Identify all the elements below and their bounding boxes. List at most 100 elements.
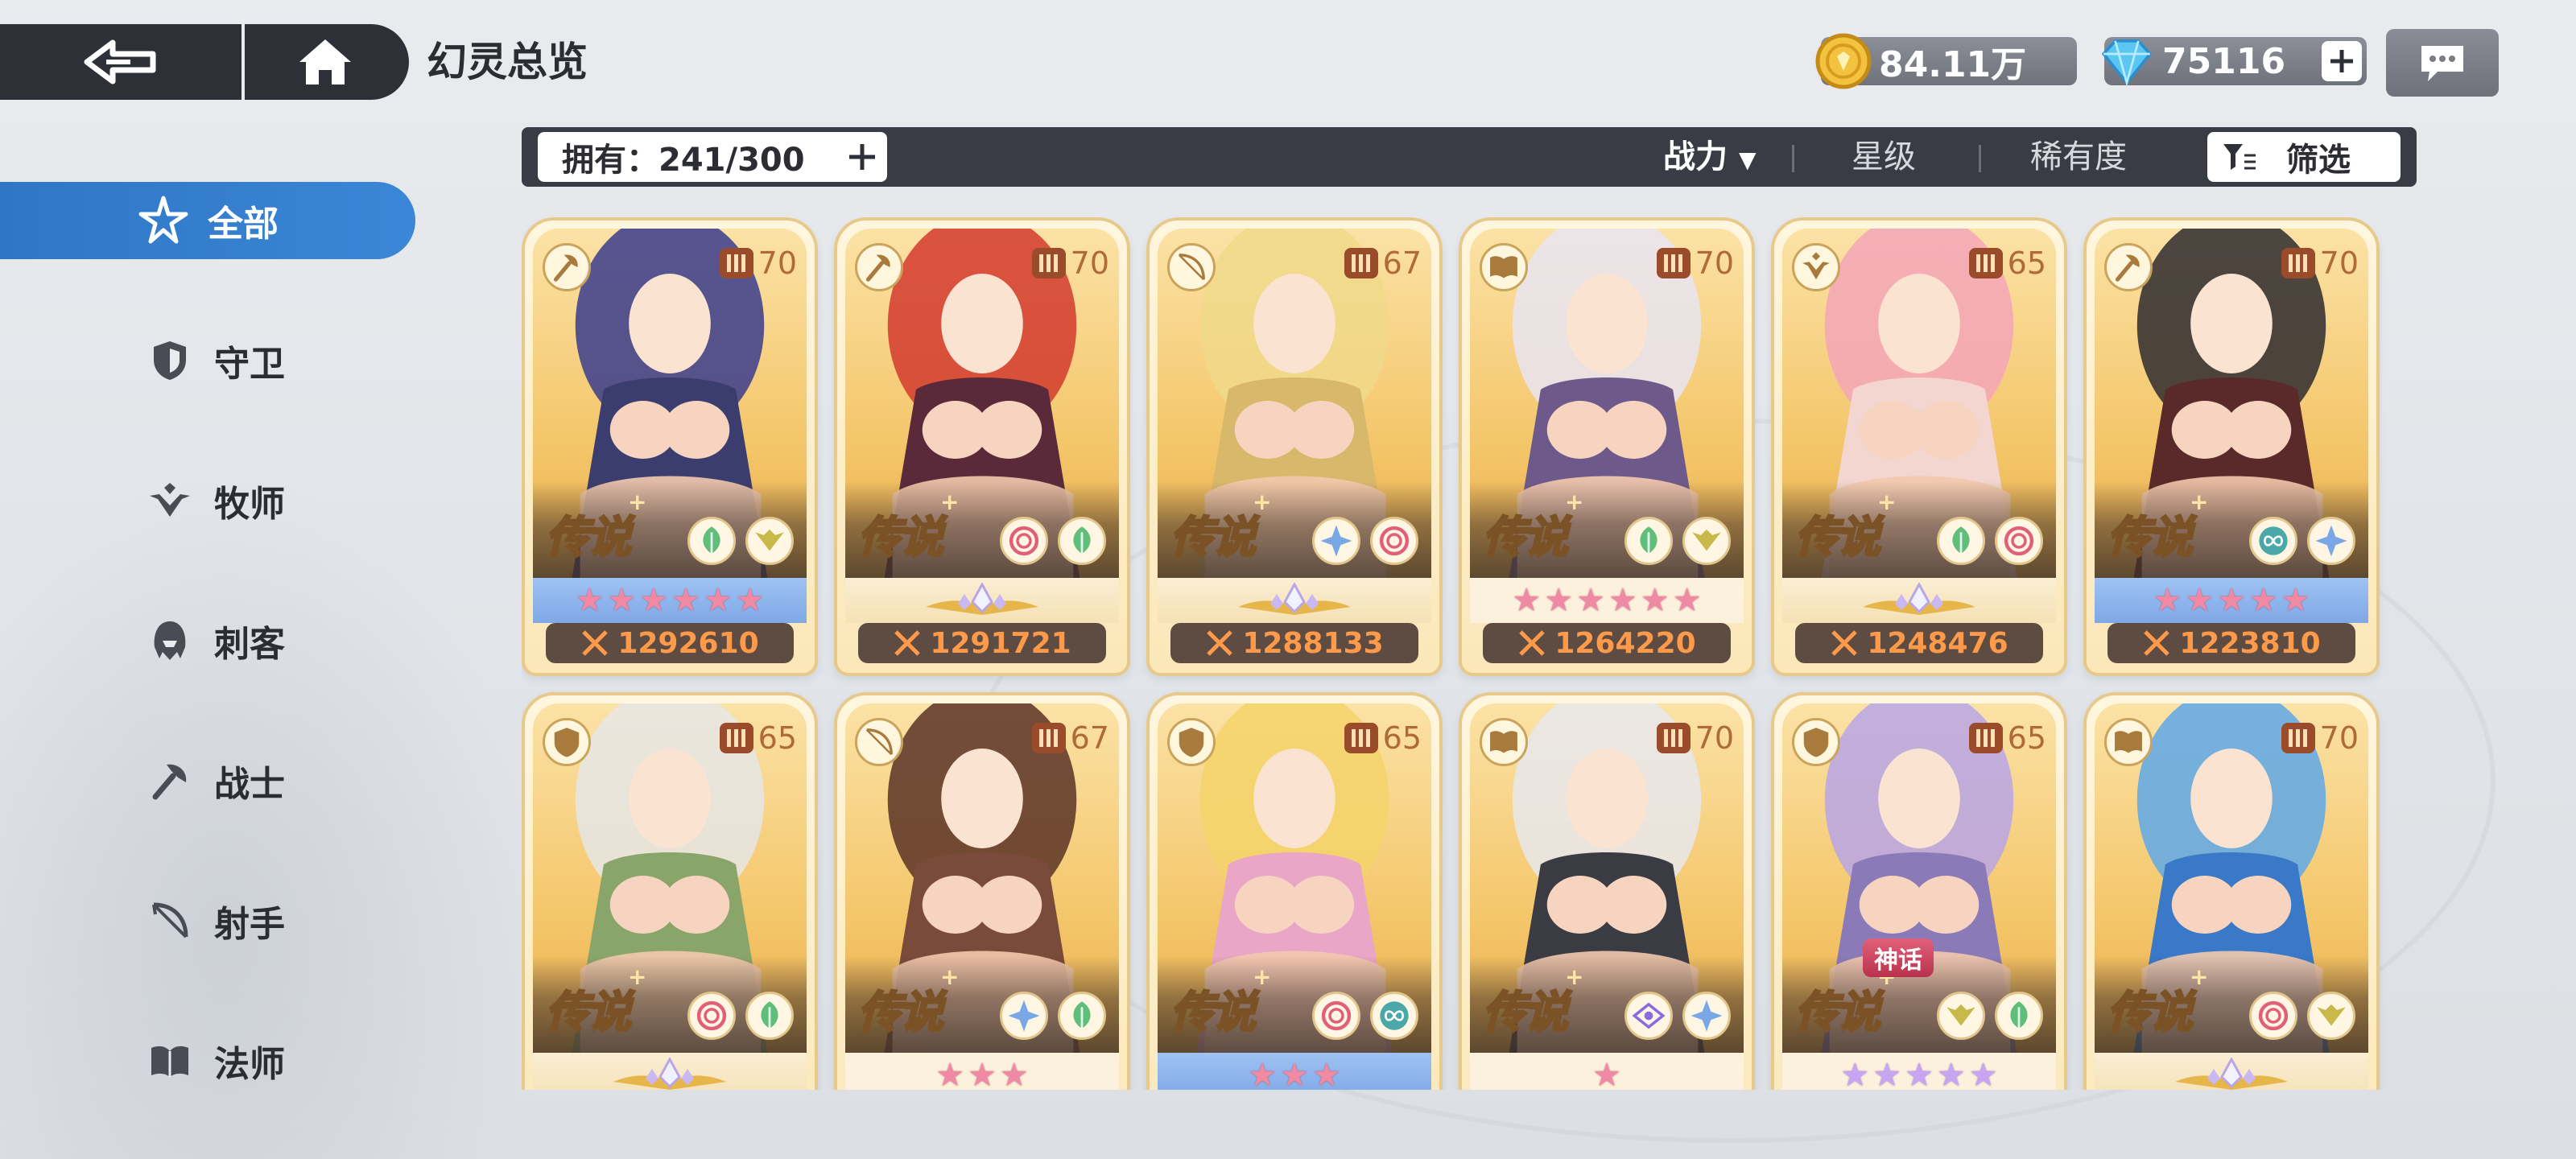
sort-by-star[interactable]: 星级: [1852, 127, 1916, 187]
axe-icon: [855, 243, 903, 291]
owned-count: 拥有：241/300: [538, 132, 887, 182]
expand-capacity-button[interactable]: [842, 137, 882, 177]
combat-power-value: 1291721: [930, 626, 1071, 660]
shield-icon: [1792, 718, 1840, 766]
star-icon: ★: [1592, 1057, 1621, 1090]
rarity-label: 传说: [545, 511, 633, 564]
rarity-label: 传说: [1794, 511, 1882, 564]
sidebar-item-label: 法师: [214, 1044, 285, 1085]
sidebar-item-warrior[interactable]: 战士: [0, 742, 415, 819]
level-indicator: 65: [1968, 243, 2046, 283]
star-icon: ★: [1576, 582, 1605, 619]
star-icon: ★: [968, 1057, 997, 1090]
sidebar-item-guard[interactable]: 守卫: [0, 322, 415, 399]
sidebar-item-priest[interactable]: 牧师: [0, 462, 415, 539]
spirit-card[interactable]: 70 传说 + ★ ★ ★ ★ ★ ★ 1292610: [522, 217, 818, 676]
spirit-card-grid: 70 传说 + ★ ★ ★ ★ ★ ★ 1292610 70 传说 + 1291721 67 传说 +: [522, 217, 2405, 1090]
card-art-frame: 65传说+神话: [1782, 703, 2056, 1061]
rarity-plus-mark: +: [940, 489, 960, 515]
star-rating: [1158, 578, 1431, 623]
leaf-icon: [1058, 992, 1106, 1040]
level-indicator: 70: [2281, 243, 2359, 283]
crossed-swords-icon: [1207, 630, 1233, 656]
wings-icon: [1937, 992, 1985, 1040]
sidebar-item-mage[interactable]: 法师: [0, 1022, 415, 1099]
awakened-crown-icon: [1863, 583, 1975, 615]
star-icon: ★: [2153, 582, 2182, 619]
owned-count-text: 拥有：241/300: [562, 142, 805, 179]
level-value: 65: [2007, 720, 2046, 756]
page-title: 幻灵总览: [427, 39, 588, 85]
spiral-icon: [2249, 992, 2297, 1040]
back-button[interactable]: [0, 24, 242, 100]
sidebar-item-label: 全部: [208, 204, 279, 245]
level-value: 70: [2319, 245, 2359, 281]
star-icon: ★: [1311, 1057, 1341, 1090]
rarity-label: 传说: [1170, 986, 1257, 1039]
star-icon: ★: [1544, 582, 1574, 619]
sort-divider: [1979, 145, 1981, 172]
level-bars-icon: [719, 723, 753, 753]
sidebar-item-assassin[interactable]: 刺客: [0, 602, 415, 679]
rarity-plus-mark: +: [1565, 489, 1584, 515]
awakened-crown-icon: [926, 583, 1038, 615]
chat-button[interactable]: [2386, 29, 2499, 97]
level-indicator: 67: [1344, 243, 1422, 283]
star-icon: ★: [1280, 1057, 1309, 1090]
spirit-card[interactable]: 65传说+神话★★★★★: [1771, 692, 2067, 1090]
rarity-label: 传说: [1482, 511, 1570, 564]
combat-power-value: 1223810: [2179, 626, 2321, 660]
star-icon: ★: [1512, 582, 1542, 619]
level-indicator: 67: [1031, 718, 1109, 758]
spirit-card[interactable]: 70 传说 + 1291721: [834, 217, 1130, 676]
level-bars-icon: [1968, 723, 2003, 753]
card-art-frame: 67 传说 +: [845, 703, 1119, 1061]
gold-coin-icon: [1814, 32, 1872, 90]
star-rating: ★ ★ ★ ★ ★: [2095, 578, 2368, 623]
spirit-card[interactable]: 67 传说 + 1288133: [1146, 217, 1443, 676]
combat-power-value: 1264220: [1554, 626, 1696, 660]
filter-label: 筛选: [2286, 142, 2351, 179]
infinity-icon: [2249, 517, 2297, 565]
spirit-card[interactable]: 70 传说 + ★ ★ ★ ★ ★ ★ 1264220: [1459, 217, 1755, 676]
level-value: 65: [2007, 245, 2046, 281]
combat-power: 1291721: [858, 623, 1106, 663]
star-icon: ★: [607, 582, 637, 619]
axe-icon: [142, 753, 198, 809]
rarity-plus-mark: +: [2190, 963, 2209, 990]
plus-icon: [849, 144, 875, 170]
book-icon: [142, 1033, 198, 1089]
rarity-label: 传说: [1794, 986, 1882, 1039]
gold-amount: 84.11万: [1879, 44, 2027, 85]
filter-button[interactable]: 筛选: [2207, 132, 2401, 182]
element-icons: [687, 992, 794, 1040]
spirit-card[interactable]: 65 传说 +: [522, 692, 818, 1090]
add-gems-button[interactable]: [2322, 41, 2362, 81]
wings-icon: [745, 517, 794, 565]
level-value: 70: [758, 245, 797, 281]
spirit-card[interactable]: 70 传说 + ★ ★ ★ ★ ★ 1223810: [2083, 217, 2380, 676]
spirit-card[interactable]: 70 传说 + ★: [1459, 692, 1755, 1090]
star-icon: ★: [2217, 582, 2246, 619]
home-button[interactable]: [245, 24, 406, 100]
sort-by-power[interactable]: 战力 ▼: [1663, 127, 1756, 187]
level-bars-icon: [1968, 248, 2003, 278]
chevron-down-icon: ▼: [1738, 146, 1757, 173]
sidebar-item-archer[interactable]: 射手: [0, 882, 415, 959]
spirit-card[interactable]: 70 传说 +: [2083, 692, 2380, 1090]
sort-by-rarity[interactable]: 稀有度: [2030, 127, 2127, 187]
spirit-card[interactable]: 65 传说 + ★ ★ ★: [1146, 692, 1443, 1090]
crossed-swords-icon: [1831, 630, 1858, 656]
spirit-card[interactable]: 67 传说 + ★ ★ ★: [834, 692, 1130, 1090]
rarity-plus-mark: +: [1253, 963, 1272, 990]
wings-icon: [2307, 992, 2355, 1040]
rarity-plus-mark: +: [1253, 489, 1272, 515]
crossed-swords-icon: [1519, 630, 1546, 656]
level-indicator: 65: [1968, 718, 2046, 758]
sidebar-item-all[interactable]: 全部: [0, 182, 415, 259]
sidebar-item-label: 守卫: [214, 344, 285, 385]
crossed-swords-icon: [2144, 630, 2170, 656]
star-icon: ★: [1640, 582, 1670, 619]
level-value: 70: [2319, 720, 2359, 756]
spirit-card[interactable]: 65 传说 + 1248476: [1771, 217, 2067, 676]
